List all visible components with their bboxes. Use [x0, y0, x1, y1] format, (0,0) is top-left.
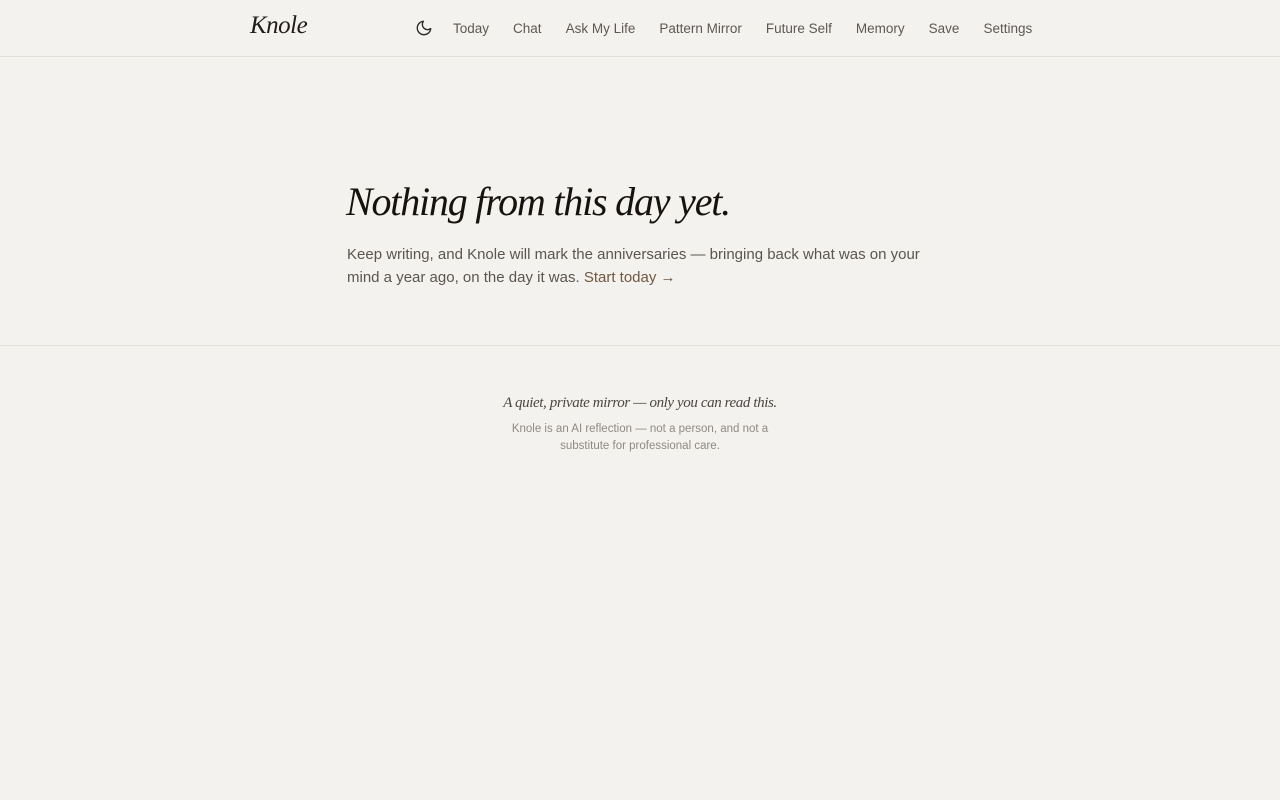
- nav-settings[interactable]: Settings: [983, 21, 1032, 36]
- empty-state-message: Keep writing, and Knole will mark the an…: [347, 243, 937, 289]
- footer: A quiet, private mirror — only you can r…: [0, 346, 1280, 455]
- footer-disclaimer: Knole is an AI reflection — not a person…: [511, 423, 769, 452]
- nav-memory[interactable]: Memory: [856, 21, 905, 36]
- start-today-link[interactable]: Start today →: [584, 269, 676, 286]
- nav-today[interactable]: Today: [453, 21, 489, 36]
- nav-pattern-mirror[interactable]: Pattern Mirror: [659, 21, 742, 36]
- footer-tagline: A quiet, private mirror — only you can r…: [503, 395, 777, 411]
- nav-save[interactable]: Save: [929, 21, 960, 36]
- main-nav: Today Chat Ask My Life Pattern Mirror Fu…: [414, 0, 1032, 56]
- brand-logo[interactable]: Knole: [250, 12, 308, 40]
- empty-state-section: Nothing from this day yet. Keep writing,…: [0, 57, 1280, 346]
- page-title: Nothing from this day yet.: [346, 179, 731, 224]
- nav-ask-my-life[interactable]: Ask My Life: [566, 21, 636, 36]
- moon-icon[interactable]: [414, 18, 434, 38]
- nav-chat[interactable]: Chat: [513, 21, 542, 36]
- top-navigation-bar: Knole Today Chat Ask My Life Pattern Mir…: [0, 0, 1280, 57]
- nav-future-self[interactable]: Future Self: [766, 21, 832, 36]
